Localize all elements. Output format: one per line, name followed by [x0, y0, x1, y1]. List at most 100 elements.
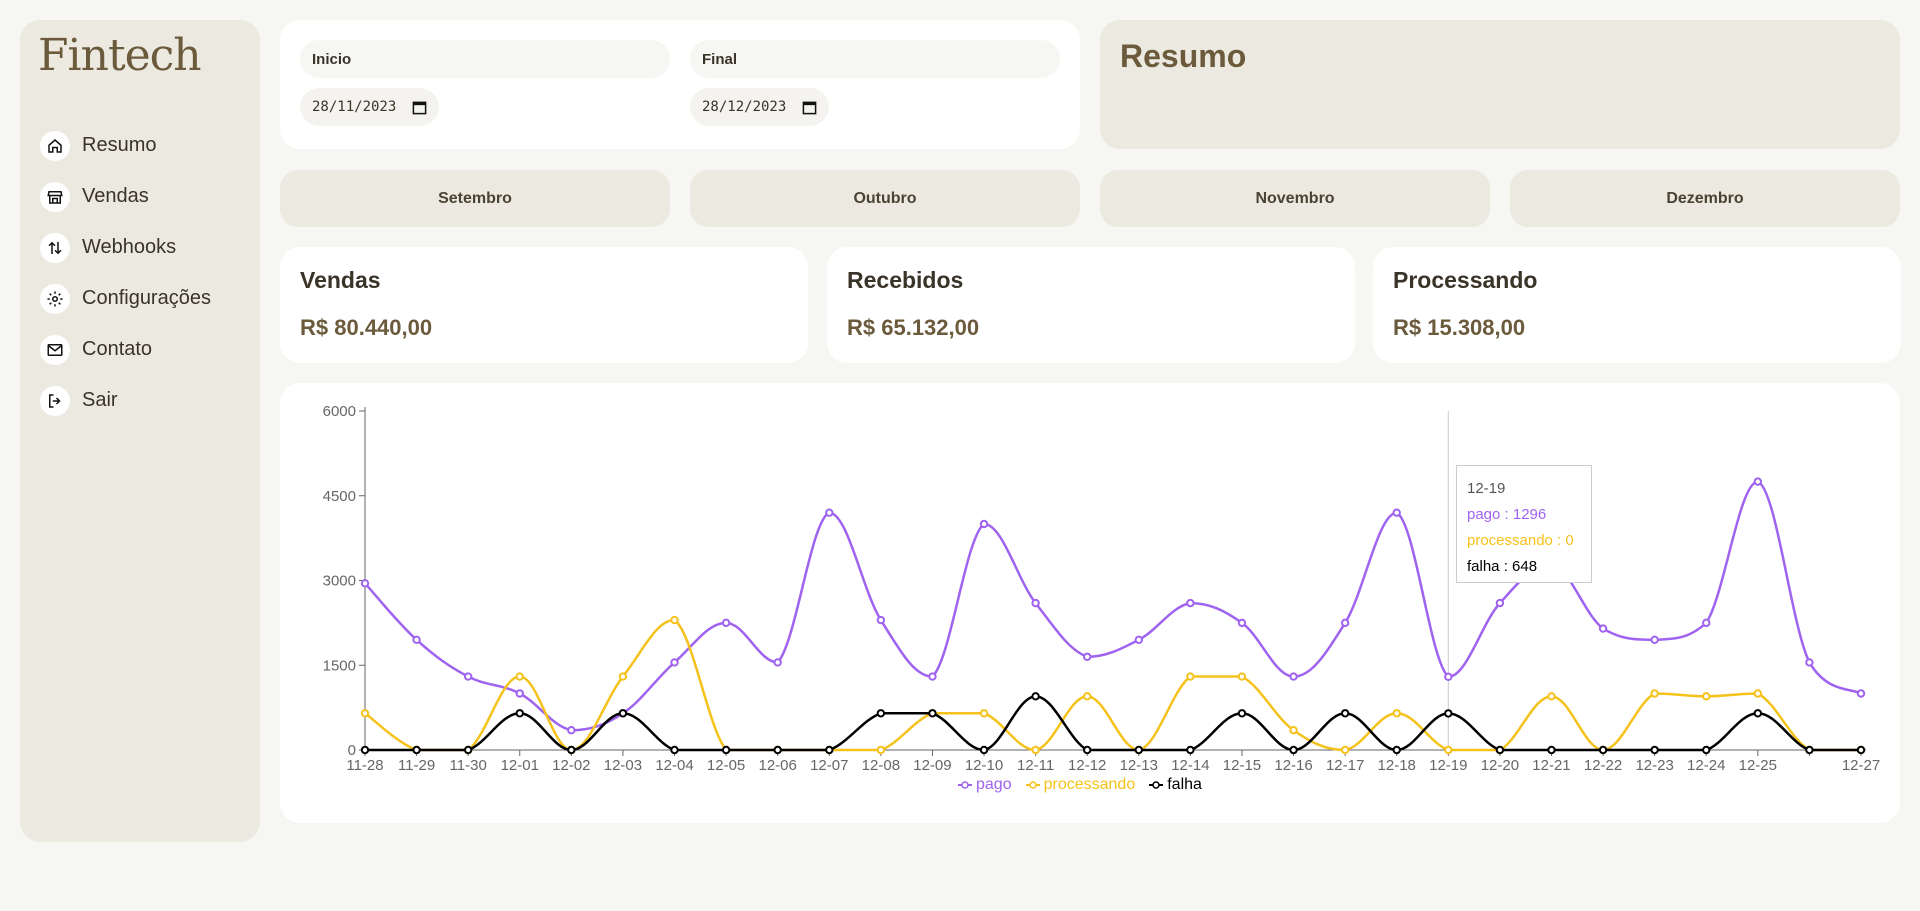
x-tick-label: 11-29 [398, 757, 435, 774]
legend-item-pago[interactable]: pago [958, 776, 1012, 794]
data-point-processando [670, 615, 679, 625]
data-point-processando [618, 672, 628, 681]
sidebar: Fintech Resumo Vendas Webhooks Configura… [20, 20, 260, 842]
data-point-falha [1702, 745, 1711, 755]
x-tick-label: 12-06 [759, 757, 797, 774]
gear-icon [40, 283, 70, 314]
data-point-falha [1495, 745, 1505, 755]
data-point-processando [1444, 745, 1453, 755]
data-point-processando [1237, 672, 1247, 681]
data-point-falha [360, 745, 370, 755]
start-date-group: Inicio 28/11/2023 [300, 40, 670, 126]
stat-card-recebidos: Recebidos R$ 65.132,00 [827, 247, 1355, 363]
x-tick-label: 12-03 [604, 757, 642, 774]
stat-title: Recebidos [847, 267, 964, 293]
data-point-falha [1547, 745, 1556, 755]
legend-label: pago [976, 776, 1012, 793]
date-filter-card: Inicio 28/11/2023 Final 28/12/2023 [280, 20, 1080, 149]
data-point-processando [360, 709, 370, 718]
x-tick-label: 12-19 [1429, 757, 1467, 774]
data-point-falha [1444, 709, 1453, 718]
data-point-processando [1340, 745, 1350, 755]
data-point-falha [670, 745, 679, 755]
x-tick-label: 12-20 [1481, 757, 1519, 774]
data-point-falha [876, 709, 886, 718]
x-tick-label: 12-22 [1584, 757, 1622, 774]
data-point-pago [1031, 598, 1040, 608]
sales-line-chart[interactable]: 0150030004500600011-28 11-29 11-30 12-01 12-… [280, 383, 1900, 823]
x-tick-label: 11-28 [346, 757, 383, 774]
y-tick-label: 3000 [323, 573, 356, 590]
data-point-falha [515, 709, 524, 718]
start-date-input[interactable]: 28/11/2023 [300, 88, 440, 126]
data-point-pago [1495, 598, 1505, 608]
sidebar-nav: Resumo Vendas Webhooks Configurações Con… [40, 120, 211, 426]
sidebar-item-configuracoes[interactable]: Configurações [40, 273, 211, 324]
calendar-icon[interactable] [412, 100, 427, 115]
sidebar-item-webhooks[interactable]: Webhooks [40, 222, 211, 273]
data-point-falha [1805, 745, 1814, 755]
month-button-novembro[interactable]: Novembro [1100, 170, 1490, 227]
data-point-pago [1702, 618, 1711, 628]
data-point-falha [1392, 745, 1401, 755]
month-button-dezembro[interactable]: Dezembro [1510, 170, 1900, 227]
x-tick-label: 12-01 [501, 757, 539, 774]
data-point-pago [1856, 689, 1866, 698]
data-point-pago [515, 689, 524, 698]
stat-value: R$ 80.440,00 [300, 315, 433, 340]
x-tick-label: 12-15 [1223, 757, 1261, 774]
stat-title: Vendas [300, 267, 381, 293]
data-point-pago [1340, 618, 1350, 628]
x-tick-label: 12-14 [1171, 757, 1209, 774]
data-point-pago [1444, 672, 1453, 681]
data-point-pago [1134, 635, 1143, 645]
chart-legend: pago processando falha [958, 776, 1202, 794]
data-point-processando [1702, 692, 1711, 701]
logout-icon [40, 385, 70, 416]
x-tick-label: 12-04 [655, 757, 693, 774]
series-line-pago [364, 480, 1862, 732]
data-point-pago [1392, 508, 1401, 517]
tooltip-line-pago: pago : 1296 [1467, 506, 1547, 523]
arrows-swap-icon [40, 232, 70, 263]
page-title: Resumo [1120, 38, 1247, 74]
data-point-pago [463, 672, 473, 681]
sidebar-item-sair[interactable]: Sair [40, 375, 211, 426]
data-point-processando [1031, 745, 1040, 755]
month-button-setembro[interactable]: Setembro [280, 170, 670, 227]
data-point-pago [1186, 598, 1195, 608]
x-tick-label: 12-17 [1326, 757, 1364, 774]
x-tick-label: 12-10 [965, 757, 1003, 774]
data-point-falha [1289, 745, 1298, 755]
legend-marker-icon [1025, 781, 1040, 789]
tooltip-line-falha: falha : 648 [1467, 558, 1538, 575]
data-point-falha [721, 745, 731, 755]
stat-card-vendas: Vendas R$ 80.440,00 [280, 247, 808, 363]
x-tick-label: 11-30 [450, 757, 487, 774]
sidebar-item-label: Configurações [82, 287, 211, 309]
x-tick-label: 12-02 [552, 757, 590, 774]
data-point-pago [1237, 618, 1247, 628]
end-date-input[interactable]: 28/12/2023 [690, 88, 830, 126]
legend-item-processando[interactable]: processando [1025, 776, 1136, 794]
data-point-pago [360, 579, 370, 588]
data-point-pago [412, 635, 421, 645]
x-tick-label: 12-12 [1068, 757, 1106, 774]
data-point-pago [670, 658, 679, 667]
calendar-icon[interactable] [802, 100, 817, 115]
sidebar-item-resumo[interactable]: Resumo [40, 120, 211, 171]
summary-header: Resumo [1100, 20, 1900, 149]
x-tick-label: 12-09 [913, 757, 951, 774]
legend-item-falha[interactable]: falha [1149, 776, 1202, 794]
legend-label: processando [1043, 776, 1136, 793]
data-point-processando [1650, 689, 1659, 698]
stat-value: R$ 65.132,00 [847, 315, 980, 340]
data-point-pago [1650, 635, 1659, 645]
stat-title: Processando [1393, 267, 1538, 293]
data-point-falha [1753, 709, 1763, 718]
data-point-processando [515, 672, 524, 681]
sidebar-item-vendas[interactable]: Vendas [40, 171, 211, 222]
month-button-outubro[interactable]: Outubro [690, 170, 1080, 227]
data-point-processando [1186, 672, 1195, 681]
sidebar-item-contato[interactable]: Contato [40, 324, 211, 375]
